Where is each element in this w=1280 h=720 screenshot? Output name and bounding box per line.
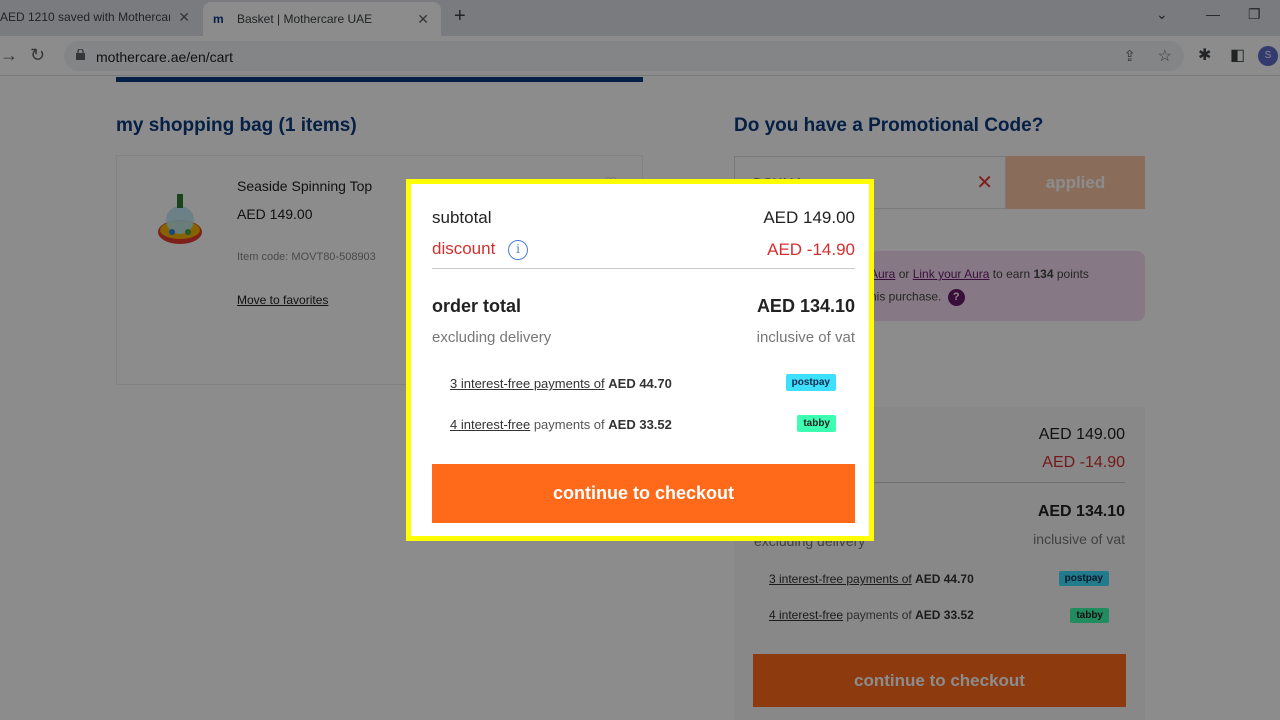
- order-summary-highlight: subtotal AED 149.00 discount i AED -14.9…: [406, 179, 874, 541]
- postpay-amount: AED 44.70: [608, 376, 672, 391]
- checkout-button[interactable]: continue to checkout: [432, 464, 855, 523]
- tabby-mid: payments of: [533, 417, 605, 432]
- postpay-badge: postpay: [785, 374, 836, 391]
- tabby-amount: AED 33.52: [608, 417, 672, 432]
- discount-label: discount: [432, 239, 496, 258]
- tabby-line: 4 interest-free payments of AED 33.52: [450, 417, 672, 432]
- postpay-line: 3 interest-free payments of AED 44.70: [450, 376, 672, 391]
- discount-label-row: discount i: [432, 239, 529, 260]
- info-icon[interactable]: i: [508, 239, 529, 260]
- order-total-label: order total: [432, 296, 522, 316]
- discount-value: AED -14.90: [767, 240, 855, 259]
- postpay-link[interactable]: 3 interest-free payments of: [450, 376, 605, 391]
- order-total-value: AED 134.10: [756, 296, 855, 316]
- tabby-link[interactable]: 4 interest-free: [450, 417, 530, 432]
- subtotal-label: subtotal: [432, 208, 492, 227]
- subtotal-value: AED 149.00: [763, 208, 855, 227]
- popup-divider: [432, 268, 855, 269]
- excluding-delivery: excluding delivery: [432, 329, 552, 346]
- inclusive-vat: inclusive of vat: [756, 329, 855, 346]
- tabby-badge: tabby: [797, 415, 836, 432]
